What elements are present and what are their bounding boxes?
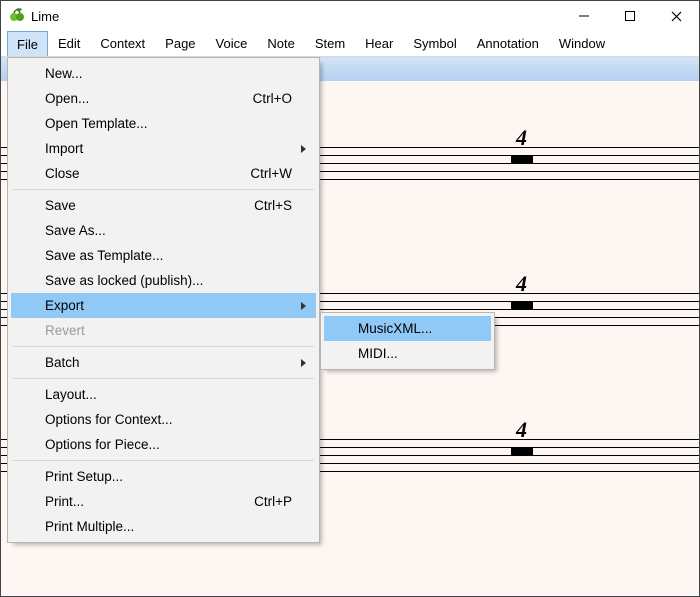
menu-edit[interactable]: Edit [48,31,90,56]
whole-rest [511,447,533,455]
menu-annotation[interactable]: Annotation [467,31,549,56]
whole-rest [511,301,533,309]
chevron-right-icon [301,145,306,153]
menu-window[interactable]: Window [549,31,615,56]
menu-item-options-piece[interactable]: Options for Piece... [11,432,316,457]
menu-item-label: Open... [45,91,89,106]
menu-item-shortcut: Ctrl+S [254,198,292,213]
menu-item-label: Save As... [45,223,106,238]
menu-item-close[interactable]: Close Ctrl+W [11,161,316,186]
export-submenu: MusicXML... MIDI... [320,312,495,370]
menu-file[interactable]: File [7,31,48,56]
menu-item-label: Batch [45,355,80,370]
menu-item-save-as[interactable]: Save As... [11,218,316,243]
menu-item-label: Export [45,298,84,313]
app-icon [9,8,25,24]
menu-item-label: MusicXML... [358,321,432,336]
menu-separator [13,189,314,190]
titlebar-left: Lime [9,8,59,24]
file-menu-dropdown: New... Open... Ctrl+O Open Template... Im… [7,57,320,543]
menu-item-label: Revert [45,323,85,338]
menu-item-batch[interactable]: Batch [11,350,316,375]
menu-item-label: Options for Context... [45,412,173,427]
chevron-right-icon [301,359,306,367]
menu-item-open[interactable]: Open... Ctrl+O [11,86,316,111]
chevron-right-icon [301,302,306,310]
menu-separator [13,460,314,461]
minimize-button[interactable] [561,1,607,31]
maximize-button[interactable] [607,1,653,31]
menu-item-save-as-template[interactable]: Save as Template... [11,243,316,268]
whole-rest [511,155,533,163]
menu-item-options-context[interactable]: Options for Context... [11,407,316,432]
menu-item-label: Save as locked (publish)... [45,273,203,288]
menubar: File Edit Context Page Voice Note Stem H… [1,31,699,57]
menu-item-label: Close [45,166,80,181]
menu-stem[interactable]: Stem [305,31,355,56]
menu-item-import[interactable]: Import [11,136,316,161]
menu-item-export[interactable]: Export [11,293,316,318]
menu-item-layout[interactable]: Layout... [11,382,316,407]
titlebar: Lime [1,1,699,31]
menu-separator [13,378,314,379]
menu-item-open-template[interactable]: Open Template... [11,111,316,136]
menu-item-label: Layout... [45,387,97,402]
menu-item-label: New... [45,66,83,81]
menu-hear[interactable]: Hear [355,31,403,56]
menu-item-label: Open Template... [45,116,148,131]
menu-item-label: MIDI... [358,346,398,361]
menu-item-label: Save [45,198,76,213]
menu-item-label: Print Setup... [45,469,123,484]
window-title: Lime [31,9,59,24]
menu-symbol[interactable]: Symbol [403,31,466,56]
submenu-item-midi[interactable]: MIDI... [324,341,491,366]
menu-item-print-setup[interactable]: Print Setup... [11,464,316,489]
window-controls [561,1,699,31]
menu-item-print-multiple[interactable]: Print Multiple... [11,514,316,539]
submenu-item-musicxml[interactable]: MusicXML... [324,316,491,341]
menu-item-label: Import [45,141,83,156]
menu-item-print[interactable]: Print... Ctrl+P [11,489,316,514]
menu-item-shortcut: Ctrl+P [254,494,292,509]
menu-item-revert: Revert [11,318,316,343]
menu-item-shortcut: Ctrl+W [250,166,292,181]
menu-item-shortcut: Ctrl+O [253,91,292,106]
menu-note[interactable]: Note [257,31,304,56]
menu-item-label: Options for Piece... [45,437,160,452]
menu-item-label: Print Multiple... [45,519,134,534]
menu-voice[interactable]: Voice [206,31,258,56]
menu-item-new[interactable]: New... [11,61,316,86]
menu-page[interactable]: Page [155,31,205,56]
menu-separator [13,346,314,347]
menu-context[interactable]: Context [90,31,155,56]
menu-item-save[interactable]: Save Ctrl+S [11,193,316,218]
menu-item-save-locked[interactable]: Save as locked (publish)... [11,268,316,293]
menu-item-label: Save as Template... [45,248,163,263]
menu-item-label: Print... [45,494,84,509]
close-button[interactable] [653,1,699,31]
